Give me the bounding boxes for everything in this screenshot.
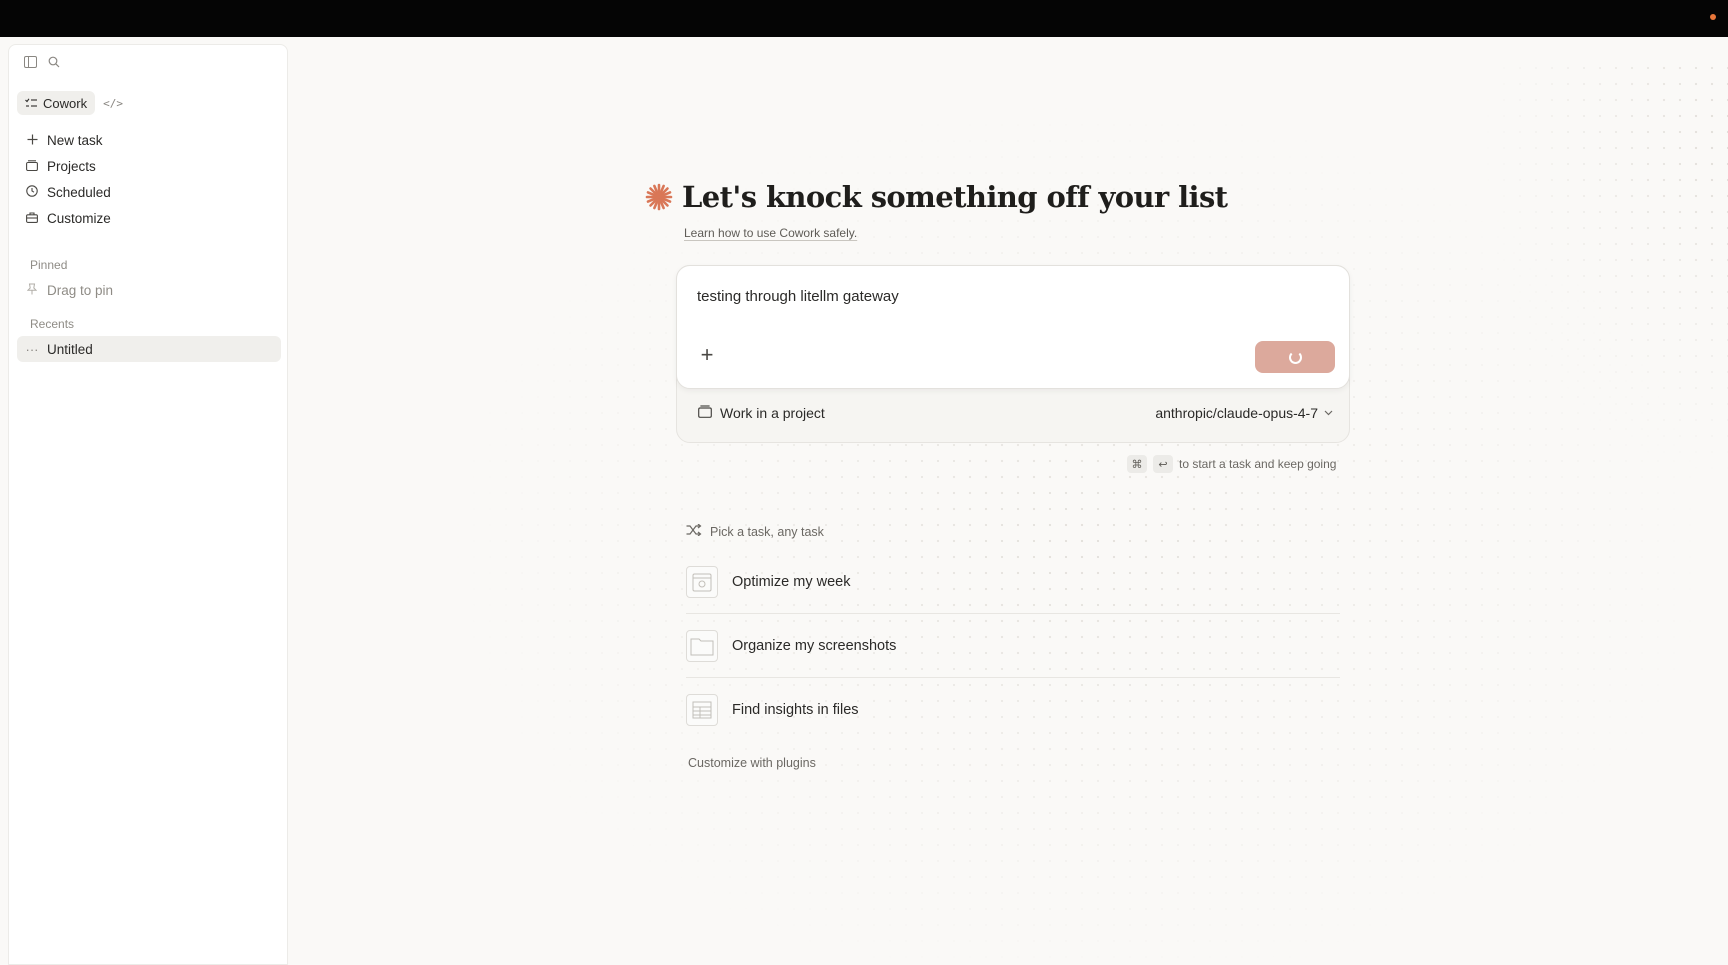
page-title: Let's knock something off your list [682, 180, 1228, 214]
pick-task-label: Pick a task, any task [710, 524, 824, 539]
claude-spark-icon [645, 183, 673, 211]
prompt-composer: testing through litellm gateway + [676, 265, 1350, 389]
drag-to-pin-label: Drag to pin [47, 282, 114, 298]
folder-icon [698, 405, 712, 421]
sidebar-nav: New task Projects Scheduled Customize [17, 127, 281, 231]
work-in-project-label: Work in a project [720, 405, 825, 421]
calendar-icon [686, 565, 718, 598]
sidebar-item-projects[interactable]: Projects [17, 153, 281, 179]
shuffle-icon [686, 523, 702, 539]
sidebar-item-label: Projects [47, 158, 96, 174]
cowork-mode-label: Cowork [43, 95, 88, 111]
model-selector-label: anthropic/claude-opus-4-7 [1155, 405, 1318, 421]
status-dot [1710, 14, 1716, 20]
sidebar-item-new-task[interactable]: New task [17, 127, 281, 153]
folder-icon [686, 629, 718, 662]
pin-icon [25, 283, 39, 298]
model-selector[interactable]: anthropic/claude-opus-4-7 [1155, 405, 1333, 421]
recents-section-label: Recents [30, 317, 75, 331]
shortcut-hint-text: to start a task and keep going [1179, 457, 1337, 471]
send-button[interactable] [1255, 341, 1335, 373]
task-organize-screenshots[interactable]: Organize my screenshots [686, 614, 1340, 678]
chevron-down-icon [1324, 408, 1333, 419]
top-bar [0, 0, 1728, 37]
mode-switcher: Cowork </> [17, 91, 123, 115]
sidebar-item-customize[interactable]: Customize [17, 205, 281, 231]
sidebar-item-scheduled[interactable]: Scheduled [17, 179, 281, 205]
plus-icon [25, 133, 39, 148]
sidebar-item-label: New task [47, 132, 103, 148]
sidebar-top-icons [23, 55, 61, 69]
spreadsheet-icon [686, 694, 718, 726]
keyboard-shortcut-hint: ⌘ ↩ to start a task and keep going [1127, 455, 1336, 473]
code-icon[interactable]: </> [103, 97, 123, 110]
task-label: Organize my screenshots [732, 637, 897, 654]
sidebar-item-label: Scheduled [47, 184, 111, 200]
work-in-project-button[interactable]: Work in a project [698, 405, 825, 421]
folder-icon [25, 159, 39, 174]
sidebar-item-label: Customize [47, 210, 111, 226]
recent-item-untitled[interactable]: ··· Untitled [17, 336, 281, 362]
pinned-section-label: Pinned [30, 258, 68, 272]
briefcase-icon [25, 211, 39, 226]
customize-with-plugins-link[interactable]: Customize with plugins [688, 756, 816, 770]
pick-task-header[interactable]: Pick a task, any task [686, 523, 824, 539]
learn-cowork-safely-link[interactable]: Learn how to use Cowork safely. [684, 226, 857, 240]
drag-to-pin-placeholder: Drag to pin [17, 277, 281, 303]
command-key-icon: ⌘ [1127, 455, 1147, 473]
search-icon[interactable] [47, 55, 61, 69]
hero-header: Let's knock something off your list [644, 180, 1228, 214]
task-label: Find insights in files [732, 702, 859, 718]
more-dots-icon: ··· [25, 341, 39, 357]
cowork-mode-button[interactable]: Cowork [17, 91, 96, 115]
return-key-icon: ↩ [1153, 455, 1173, 473]
checklist-icon [25, 96, 37, 111]
add-attachment-button[interactable]: + [697, 344, 717, 366]
loading-spinner-icon [1288, 350, 1302, 364]
dot-pattern-background-right [1480, 60, 1728, 480]
recent-item-label: Untitled [47, 341, 93, 357]
sidebar-toggle-icon[interactable] [23, 55, 37, 69]
sidebar: Cowork </> New task Projects Scheduled C… [8, 44, 288, 965]
prompt-input[interactable]: testing through litellm gateway [697, 288, 899, 305]
task-optimize-week[interactable]: Optimize my week [686, 550, 1340, 614]
suggested-tasks-list: Optimize my week Organize my screenshots… [686, 550, 1340, 742]
task-find-insights[interactable]: Find insights in files [686, 678, 1340, 742]
clock-icon [25, 184, 39, 200]
task-label: Optimize my week [732, 573, 851, 590]
